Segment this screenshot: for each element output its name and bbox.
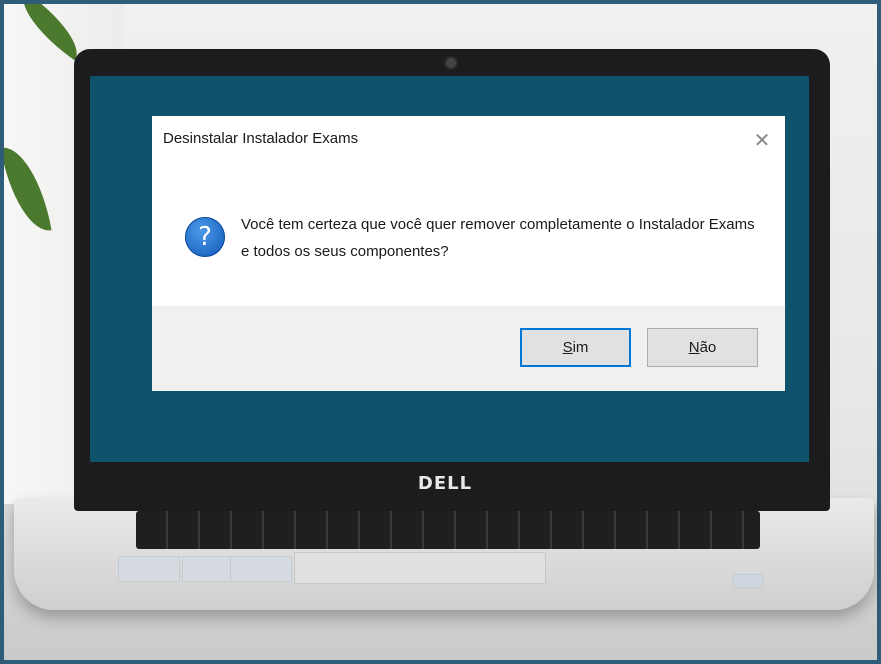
webcam-icon	[446, 58, 456, 68]
laptop-sticker	[230, 556, 292, 582]
dialog-message: Você tem certeza que você quer remover c…	[241, 216, 755, 260]
yes-label-rest: im	[572, 339, 589, 356]
yes-accelerator: S	[562, 339, 573, 356]
laptop-sticker	[733, 574, 763, 588]
close-icon[interactable]: ✕	[750, 128, 774, 152]
laptop-brand-logo: DELL	[417, 473, 473, 494]
no-label-rest: ão	[699, 339, 717, 356]
uninstall-dialog: Desinstalar Instalador Exams ✕ ? Você te…	[152, 116, 785, 391]
laptop-keyboard	[136, 511, 760, 549]
laptop-sticker	[118, 556, 180, 582]
dialog-title: Desinstalar Instalador Exams	[163, 130, 359, 147]
no-button[interactable]: Não	[647, 328, 758, 367]
laptop-trackpad	[294, 552, 546, 584]
yes-button[interactable]: Sim	[520, 328, 631, 367]
question-icon: ?	[185, 217, 225, 257]
no-accelerator: N	[688, 339, 700, 356]
question-glyph: ?	[198, 222, 212, 252]
